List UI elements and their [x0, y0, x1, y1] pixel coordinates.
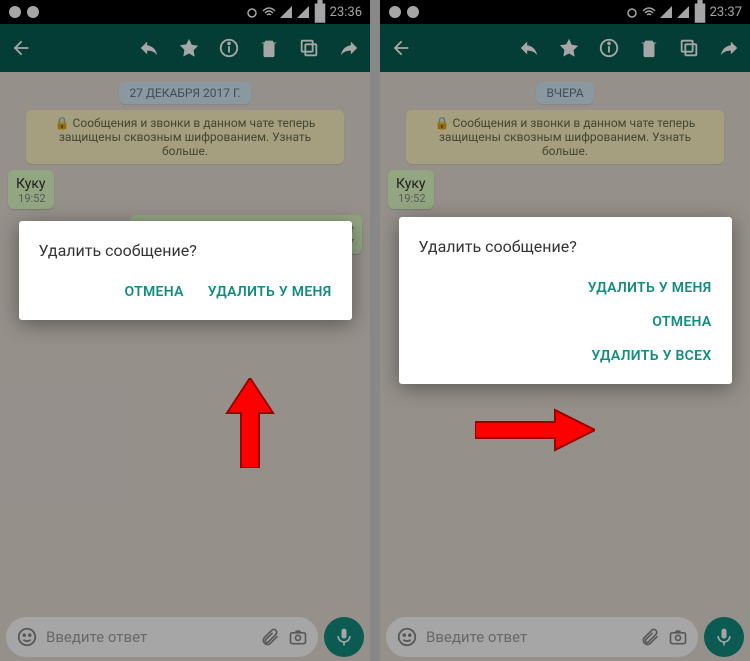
arrow-right-annotation: [475, 408, 595, 452]
delete-for-all-button[interactable]: УДАЛИТЬ У ВСЕХ: [591, 348, 711, 364]
cancel-button[interactable]: ОТМЕНА: [652, 314, 711, 330]
dialog-overlay: Удалить сообщение? УДАЛИТЬ У МЕНЯ ОТМЕНА…: [380, 0, 750, 661]
phone-right: 23:37 ВЧЕРА 🔒 Сообщения и звонки в данно…: [380, 0, 750, 661]
arrow-up-annotation: [225, 378, 275, 468]
dialog-overlay: Удалить сообщение? ОТМЕНА УДАЛИТЬ У МЕНЯ: [0, 0, 370, 661]
delete-for-me-button[interactable]: УДАЛИТЬ У МЕНЯ: [208, 284, 332, 300]
delete-dialog: Удалить сообщение? ОТМЕНА УДАЛИТЬ У МЕНЯ: [19, 221, 352, 320]
dialog-title: Удалить сообщение?: [419, 237, 712, 256]
dialog-title: Удалить сообщение?: [39, 241, 332, 260]
delete-for-me-button[interactable]: УДАЛИТЬ У МЕНЯ: [588, 280, 712, 296]
delete-dialog: Удалить сообщение? УДАЛИТЬ У МЕНЯ ОТМЕНА…: [399, 217, 732, 384]
cancel-button[interactable]: ОТМЕНА: [125, 284, 184, 300]
phone-left: 23:36 27 ДЕКАБРЯ 2017 Г. 🔒 Сообщения и з…: [0, 0, 370, 661]
